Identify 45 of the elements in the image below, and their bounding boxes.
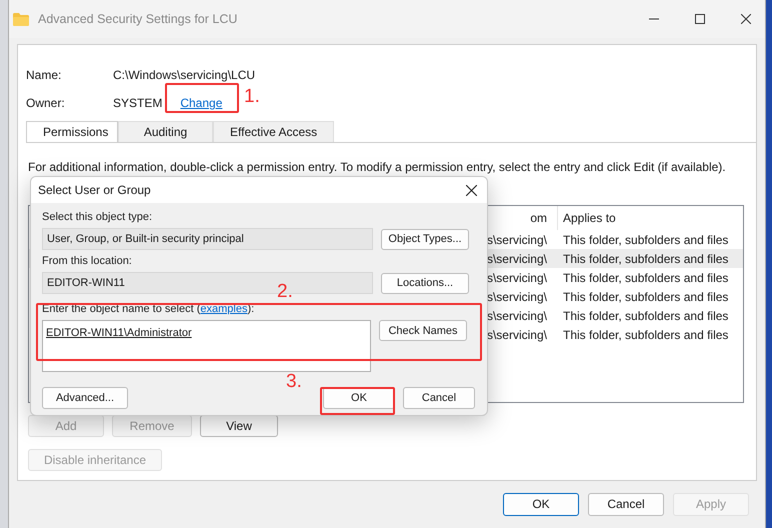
column-header: Applies to bbox=[557, 206, 743, 230]
table-cell-text: s\servicing\ bbox=[486, 270, 548, 284]
close-icon[interactable] bbox=[741, 14, 751, 24]
change-link[interactable]: Change bbox=[180, 96, 222, 110]
step-number: 2. bbox=[277, 281, 293, 303]
cancel-button[interactable]: Cancel bbox=[403, 387, 475, 409]
table-cell-text: This folder, subfolders and files bbox=[562, 308, 730, 322]
table-cell-text: s\servicing\ bbox=[486, 252, 548, 266]
location-label: From this location: bbox=[42, 255, 133, 269]
window-title: Advanced Security Settings for LCU bbox=[38, 12, 238, 26]
tab[interactable]: Auditing bbox=[118, 121, 213, 142]
footer-button[interactable]: Cancel bbox=[588, 492, 664, 516]
table-cell-text: s\servicing\ bbox=[486, 232, 548, 246]
tab[interactable]: Permissions bbox=[26, 121, 118, 142]
column-header: om bbox=[530, 211, 548, 225]
locations-button[interactable]: Locations... bbox=[381, 272, 469, 294]
folder-icon bbox=[13, 12, 29, 26]
entry-button[interactable]: View bbox=[200, 415, 278, 437]
check-names-button[interactable]: Check Names bbox=[379, 320, 467, 341]
table-cell-text: This folder, subfolders and files bbox=[562, 328, 730, 342]
owner-label: Owner: bbox=[26, 96, 66, 110]
owner-value: SYSTEM bbox=[113, 96, 162, 110]
object-name-field[interactable]: EDITOR-WIN11\Administrator bbox=[42, 320, 371, 372]
table-cell-text: s\servicing\ bbox=[486, 290, 548, 304]
tab[interactable]: Effective Access bbox=[213, 121, 334, 142]
table-cell-text: This folder, subfolders and files bbox=[562, 232, 730, 246]
object-type-field: User, Group, or Built-in security principal bbox=[42, 228, 373, 250]
step-number: 1. bbox=[244, 86, 260, 108]
step-number: 3. bbox=[286, 371, 302, 393]
examples-link[interactable]: examples bbox=[200, 303, 248, 315]
table-cell-text: s\servicing\ bbox=[486, 308, 548, 322]
table-cell-text: This folder, subfolders and files bbox=[562, 290, 730, 304]
table-cell-text: This folder, subfolders and files bbox=[562, 270, 730, 284]
footer-button[interactable]: OK bbox=[503, 492, 579, 516]
dialog-title: Select User or Group bbox=[38, 183, 151, 197]
close-icon[interactable] bbox=[466, 184, 477, 196]
object-type-label: Select this object type: bbox=[42, 211, 154, 225]
maximize-icon[interactable] bbox=[695, 14, 705, 24]
object-types-button[interactable]: Object Types... bbox=[381, 228, 469, 250]
table-cell-text: This folder, subfolders and files bbox=[562, 252, 730, 266]
table-cell-text: s\servicing\ bbox=[486, 328, 548, 342]
description-text: For additional information, double-click a permission entry. To modify a permission entry, select the entry and click Edit (if available). bbox=[28, 160, 727, 175]
name-label: Name: bbox=[26, 68, 62, 82]
name-value: C:\Windows\servicing\LCU bbox=[113, 68, 256, 82]
advanced-button[interactable]: Advanced... bbox=[42, 387, 128, 409]
